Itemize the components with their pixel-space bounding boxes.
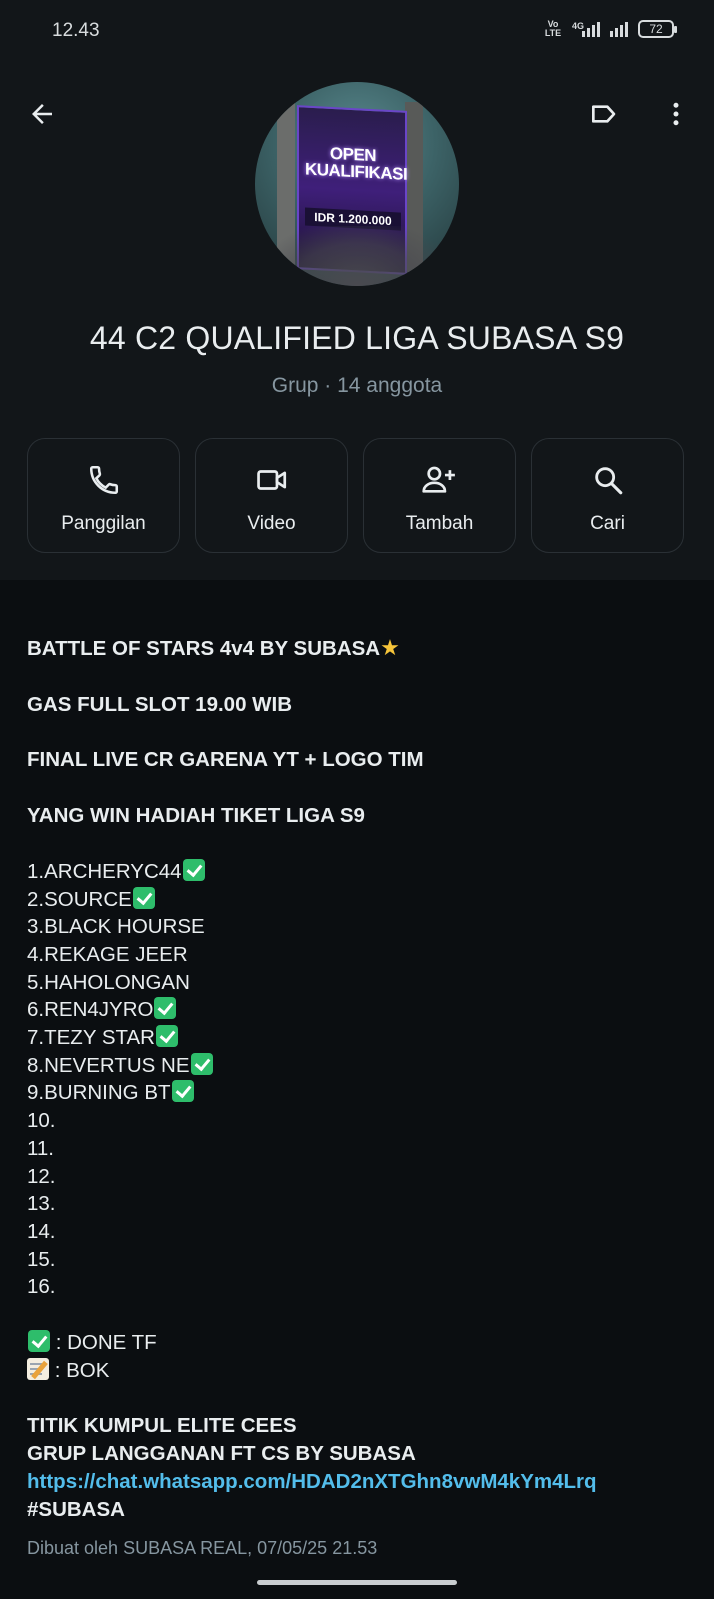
group-description-section: BATTLE OF STARS 4v4 BY SUBASA★ GAS FULL … <box>0 594 714 1564</box>
group-info-header: OPEN KUALIFIKASI IDR 1.200.000 44 C2 QUA… <box>0 64 714 580</box>
check-icon <box>28 1330 50 1353</box>
label-icon <box>592 105 616 123</box>
avatar-headline: OPEN KUALIFIKASI <box>305 143 408 184</box>
slot-item: 16. <box>27 1275 56 1299</box>
slot-item: 9.BURNING BT <box>27 1079 697 1107</box>
slot-item: 10. <box>27 1109 56 1133</box>
status-icons: Vo LTE 4G 72 <box>544 19 677 38</box>
slot-item: 11. <box>27 1136 54 1160</box>
slot-item: 8.NEVERTUS NE <box>27 1052 697 1080</box>
battery-icon: 72 <box>638 20 677 38</box>
back-button[interactable] <box>20 92 64 136</box>
search-label: Cari <box>590 513 625 534</box>
home-gesture-handle[interactable] <box>257 1580 457 1585</box>
check-icon <box>155 1025 178 1048</box>
slot-item: 1.ARCHERYC44 <box>27 858 697 886</box>
avatar-smoke <box>265 226 449 286</box>
add-member-button[interactable]: Tambah <box>363 438 516 553</box>
phone-icon <box>89 465 118 495</box>
slot-item: 7.TEZY STAR <box>27 1024 697 1052</box>
more-vertical-icon <box>673 102 679 126</box>
created-by-text: Dibuat oleh SUBASA REAL, 07/05/25 21.53 <box>27 1538 378 1558</box>
check-icon <box>154 997 177 1020</box>
group-description: BATTLE OF STARS 4v4 BY SUBASA★ GAS FULL … <box>27 634 697 1523</box>
slot-item: 13. <box>27 1192 56 1216</box>
volte-icon: Vo LTE <box>544 19 562 38</box>
check-icon <box>190 1052 213 1075</box>
call-label: Panggilan <box>61 513 146 534</box>
legend-done: : DONE TF <box>27 1329 697 1357</box>
search-icon <box>594 467 622 495</box>
signal-icon <box>610 21 628 37</box>
check-icon <box>171 1080 194 1103</box>
slot-item: 14. <box>27 1219 56 1243</box>
video-label: Video <box>247 513 296 534</box>
group-member-count: Grup · 14 anggota <box>271 374 443 397</box>
slot-item: 5.HAHOLONGAN <box>27 970 190 994</box>
footer-line-2: GRUP LANGGANAN FT CS BY SUBASA <box>27 1442 416 1466</box>
check-icon <box>132 886 155 909</box>
video-icon <box>256 470 286 490</box>
slot-item: 3.BLACK HOURSE <box>27 915 205 939</box>
check-icon <box>182 858 205 881</box>
group-avatar[interactable]: OPEN KUALIFIKASI IDR 1.200.000 <box>255 82 459 286</box>
description-line-1: BATTLE OF STARS 4v4 BY SUBASA★ <box>27 635 400 660</box>
battery-level: 72 <box>649 22 663 36</box>
slot-item: 2.SOURCE <box>27 886 697 914</box>
description-line-4: YANG WIN HADIAH TIKET LIGA S9 <box>27 804 365 828</box>
call-button[interactable]: Panggilan <box>27 438 180 553</box>
more-options-button[interactable] <box>654 92 698 136</box>
description-line-3: FINAL LIVE CR GARENA YT + LOGO TIM <box>27 748 424 772</box>
group-name: 44 C2 QUALIFIED LIGA SUBASA S9 <box>89 320 625 356</box>
slot-item: 15. <box>27 1247 56 1271</box>
video-button[interactable]: Video <box>195 438 348 553</box>
add-person-icon <box>421 466 455 493</box>
footer-line-1: TITIK KUMPUL ELITE CEES <box>27 1414 297 1438</box>
arrow-left-icon <box>32 104 52 124</box>
whatsapp-invite-link[interactable]: https://chat.whatsapp.com/HDAD2nXTGhn8vw… <box>27 1468 697 1496</box>
memo-icon <box>27 1357 49 1380</box>
legend-bok: : BOK <box>27 1357 697 1385</box>
description-line-2: GAS FULL SLOT 19.00 WIB <box>27 692 293 716</box>
navigation-bar <box>0 1564 714 1599</box>
label-button[interactable] <box>582 92 626 136</box>
status-bar: 12.43 Vo LTE 4G 72 <box>0 0 714 64</box>
signal-4g-icon: 4G <box>572 21 600 37</box>
status-time: 12.43 <box>52 20 100 41</box>
hashtag: #SUBASA <box>27 1497 125 1521</box>
add-member-label: Tambah <box>405 513 474 534</box>
action-buttons: Panggilan Video Tambah Cari <box>27 438 684 553</box>
slot-item: 4.REKAGE JEER <box>27 942 188 966</box>
star-icon: ★ <box>380 635 400 660</box>
slot-item: 6.REN4JYRO <box>27 996 697 1024</box>
slot-item: 12. <box>27 1164 56 1188</box>
search-button[interactable]: Cari <box>531 438 684 553</box>
